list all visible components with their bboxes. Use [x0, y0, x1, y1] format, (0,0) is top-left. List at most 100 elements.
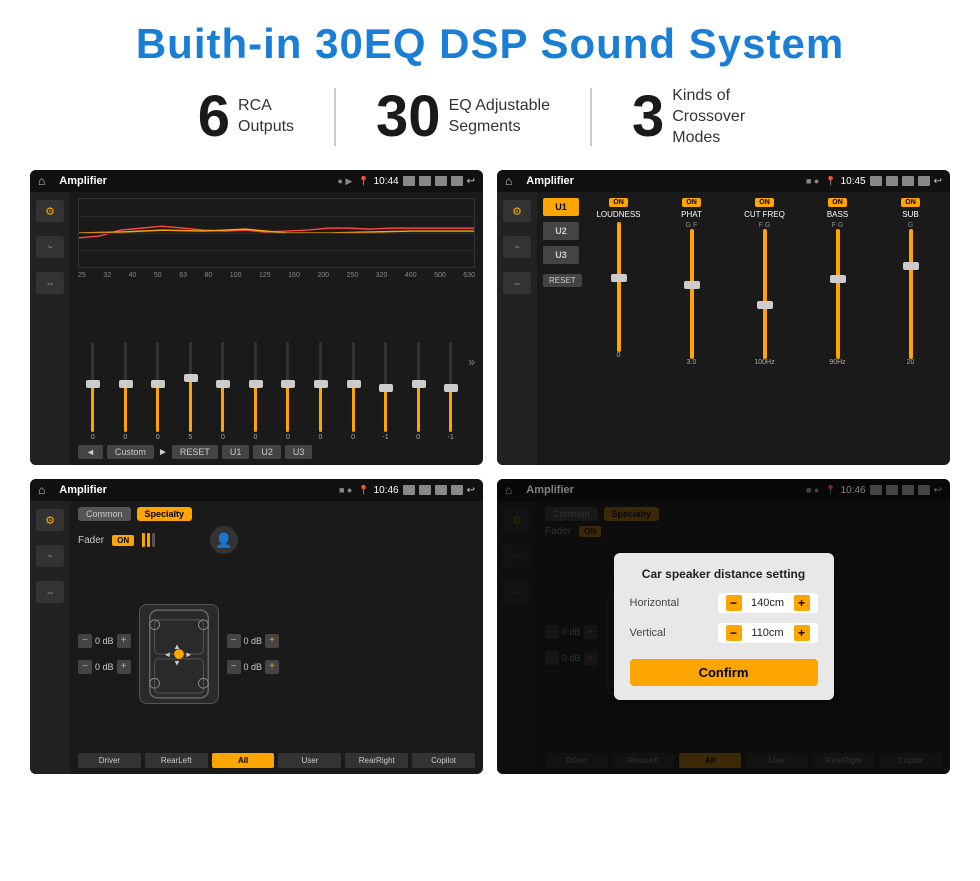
- eq-slider-4[interactable]: 5: [176, 342, 206, 441]
- eq-slider-7[interactable]: 0: [273, 342, 303, 441]
- rear-left-plus[interactable]: +: [117, 660, 131, 674]
- rear-left-db: 0 dB: [95, 662, 114, 672]
- reset-btn-crossover[interactable]: RESET: [543, 274, 582, 287]
- fader-sidebar-btn-3[interactable]: ⇔: [36, 581, 64, 603]
- eq-sidebar-btn-1[interactable]: ⚙: [36, 200, 64, 222]
- eq-slider-12[interactable]: -1: [436, 342, 466, 441]
- eq-slider-1[interactable]: 0: [78, 342, 108, 441]
- fader-screen-title: Amplifier: [59, 484, 333, 496]
- fader-control-row: Fader ON 👤: [78, 526, 475, 554]
- all-btn[interactable]: All: [212, 753, 275, 768]
- crossover-sidebar-btn-1[interactable]: ⚙: [503, 200, 531, 222]
- fader-on-badge: ON: [112, 535, 134, 546]
- eq-slider-2[interactable]: 0: [111, 342, 141, 441]
- sub-label: SUB: [902, 210, 918, 219]
- tab-common[interactable]: Common: [78, 507, 131, 521]
- left-sidebar-fader: ⚙ ~ ⇔: [30, 501, 70, 774]
- eq-content: 2532 4050 6380 100125 160200 250320 4005…: [70, 192, 483, 465]
- rear-right-btn[interactable]: RearRight: [345, 753, 408, 768]
- crossover-time: 10:45: [841, 176, 866, 187]
- cutfreq-slider[interactable]: [763, 229, 767, 359]
- u1-btn-eq[interactable]: U1: [222, 445, 250, 459]
- window-icon: [451, 176, 463, 186]
- driver-btn[interactable]: Driver: [78, 753, 141, 768]
- preset-u3[interactable]: U3: [543, 246, 579, 264]
- preset-name-btn: Custom: [107, 445, 154, 459]
- vertical-control: − 110cm +: [718, 623, 818, 643]
- play-btn[interactable]: ►: [158, 447, 168, 458]
- home-icon-2[interactable]: ⌂: [505, 174, 512, 188]
- eq-time: 10:44: [374, 176, 399, 187]
- dialog-screen: ⌂ Amplifier ■ ● 📍 10:46 ↩ ⚙: [497, 479, 950, 774]
- front-right-plus[interactable]: +: [265, 634, 279, 648]
- sound-icon-2: [886, 176, 898, 186]
- tab-specialty[interactable]: Specialty: [137, 507, 193, 521]
- crossover-sidebar-btn-2[interactable]: ~: [503, 236, 531, 258]
- back-icon-2[interactable]: ↩: [934, 176, 942, 187]
- loudness-label: LOUDNESS: [596, 210, 640, 219]
- rear-right-db: 0 dB: [244, 662, 263, 672]
- front-left-plus[interactable]: +: [117, 634, 131, 648]
- horizontal-plus[interactable]: +: [794, 595, 810, 611]
- fader-sidebar-btn-2[interactable]: ~: [36, 545, 64, 567]
- right-db-controls: − 0 dB + − 0 dB +: [227, 634, 280, 674]
- window-icon-2: [918, 176, 930, 186]
- u3-btn-eq[interactable]: U3: [285, 445, 313, 459]
- car-top-view: ▲ ▼ ◄ ►: [139, 604, 219, 704]
- preset-u2[interactable]: U2: [543, 222, 579, 240]
- prev-preset-btn[interactable]: ◄: [78, 445, 103, 459]
- front-right-minus[interactable]: −: [227, 634, 241, 648]
- eq-slider-3[interactable]: 0: [143, 342, 173, 441]
- eq-slider-10[interactable]: -1: [371, 342, 401, 441]
- vertical-plus[interactable]: +: [794, 625, 810, 641]
- copilot-btn[interactable]: Copilot: [412, 753, 475, 768]
- loudness-slider[interactable]: [617, 222, 621, 352]
- eq-slider-5[interactable]: 0: [208, 342, 238, 441]
- eq-slider-6[interactable]: 0: [241, 342, 271, 441]
- front-left-minus[interactable]: −: [78, 634, 92, 648]
- rear-right-minus[interactable]: −: [227, 660, 241, 674]
- svg-text:▲: ▲: [173, 642, 181, 651]
- camera-icon-3: [403, 485, 415, 495]
- vertical-minus[interactable]: −: [726, 625, 742, 641]
- back-icon[interactable]: ↩: [467, 176, 475, 187]
- phat-label: PHAT: [681, 210, 702, 219]
- confirm-button[interactable]: Confirm: [630, 659, 818, 686]
- fader-sidebar-btn-1[interactable]: ⚙: [36, 509, 64, 531]
- stat-number-3: 3: [632, 88, 664, 146]
- u2-btn-eq[interactable]: U2: [253, 445, 281, 459]
- rear-left-btn[interactable]: RearLeft: [145, 753, 208, 768]
- vertical-label: Vertical: [630, 627, 666, 639]
- eq-slider-11[interactable]: 0: [403, 342, 433, 441]
- horizontal-value: 140cm: [748, 597, 788, 609]
- phat-slider[interactable]: [690, 229, 694, 359]
- eq-sidebar-btn-3[interactable]: ⇔: [36, 272, 64, 294]
- home-icon-3[interactable]: ⌂: [38, 483, 45, 497]
- front-left-control: − 0 dB +: [78, 634, 131, 648]
- horizontal-minus[interactable]: −: [726, 595, 742, 611]
- home-icon[interactable]: ⌂: [38, 174, 45, 188]
- close-icon-3: [435, 485, 447, 495]
- cross-group-sub: ON SUB G 20: [877, 198, 944, 459]
- cutfreq-on: ON: [755, 198, 774, 207]
- eq-slider-8[interactable]: 0: [306, 342, 336, 441]
- eq-sidebar-btn-2[interactable]: ~: [36, 236, 64, 258]
- bottom-buttons-row: Driver RearLeft All User RearRight Copil…: [78, 753, 475, 768]
- freq-labels: 2532 4050 6380 100125 160200 250320 4005…: [78, 272, 475, 279]
- bass-slider[interactable]: [836, 229, 840, 359]
- reset-btn-eq[interactable]: RESET: [172, 445, 218, 459]
- crossover-sidebar-btn-3[interactable]: ⇔: [503, 272, 531, 294]
- rear-right-plus[interactable]: +: [265, 660, 279, 674]
- sub-on: ON: [901, 198, 920, 207]
- stat-number-6: 6: [198, 88, 230, 146]
- dialog-overlay: Car speaker distance setting Horizontal …: [497, 479, 950, 774]
- preset-u1[interactable]: U1: [543, 198, 579, 216]
- back-icon-3[interactable]: ↩: [467, 485, 475, 496]
- user-btn[interactable]: User: [278, 753, 341, 768]
- sub-slider[interactable]: [909, 229, 913, 359]
- arrows-icon: »: [468, 355, 475, 369]
- rear-left-minus[interactable]: −: [78, 660, 92, 674]
- eq-screen-title: Amplifier: [59, 175, 331, 187]
- eq-slider-9[interactable]: 0: [338, 342, 368, 441]
- stat-crossover: 3 Kinds of Crossover Modes: [592, 86, 822, 148]
